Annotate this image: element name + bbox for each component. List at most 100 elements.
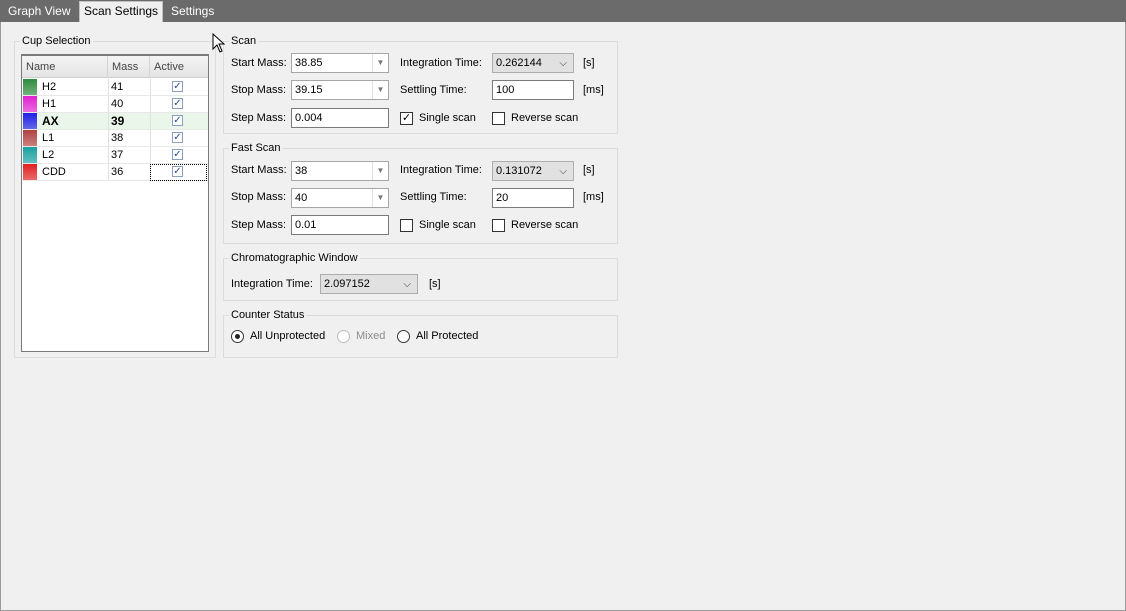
column-divider — [150, 96, 151, 112]
cup-name-cell: AX — [42, 114, 59, 128]
fast-start-mass-label: Start Mass: — [231, 164, 287, 176]
cup-color-swatch — [23, 113, 37, 129]
column-divider — [150, 147, 151, 163]
fast-integration-unit: [s] — [583, 164, 595, 176]
column-divider — [150, 79, 151, 95]
column-header-active[interactable]: Active — [150, 56, 208, 78]
column-header-mass[interactable]: Mass — [108, 56, 150, 78]
fast-reverse-scan-checkbox[interactable] — [492, 219, 505, 232]
scan-stop-mass-value: 39.15 — [295, 84, 323, 96]
cup-color-swatch — [23, 130, 37, 146]
scan-single-scan-label: Single scan — [419, 112, 476, 124]
table-row[interactable]: H2 41 ✓ — [22, 79, 208, 96]
cup-table-header: Name Mass Active — [22, 56, 208, 78]
radio-all-protected-label: All Protected — [416, 330, 479, 342]
cup-mass-cell: 40 — [111, 98, 124, 110]
scan-settling-time-field[interactable]: 100 — [492, 80, 574, 100]
scan-integration-time-label: Integration Time: — [400, 57, 482, 69]
scan-start-mass-value: 38.85 — [295, 57, 323, 69]
scan-stop-mass-label: Stop Mass: — [231, 84, 287, 96]
tab-graph-view[interactable]: Graph View — [4, 2, 74, 22]
scan-start-mass-combo[interactable]: 38.85 ▼ — [291, 53, 389, 73]
fast-settling-unit: [ms] — [583, 191, 604, 203]
mouse-pointer-icon — [212, 33, 226, 53]
chrom-integration-time-value: 2.097152 — [324, 278, 370, 290]
cup-color-swatch — [23, 79, 37, 95]
chevron-down-icon[interactable]: ▼ — [372, 54, 388, 72]
cup-color-swatch — [23, 96, 37, 112]
table-row[interactable]: AX 39 ✓ — [22, 113, 208, 130]
chevron-down-icon: ⌵ — [559, 58, 567, 69]
column-divider — [108, 113, 109, 129]
fast-settling-time-field[interactable]: 20 — [492, 188, 574, 208]
chevron-down-icon[interactable]: ▼ — [372, 189, 388, 207]
scan-integration-time-dropdown[interactable]: 0.262144 ⌵ — [492, 53, 574, 73]
fast-step-mass-value: 0.01 — [295, 219, 317, 231]
column-divider — [150, 130, 151, 146]
cup-active-checkbox[interactable]: ✓ — [172, 98, 183, 109]
cup-name-cell: L2 — [42, 149, 55, 161]
radio-mixed[interactable] — [337, 330, 350, 343]
radio-selected-dot — [235, 334, 240, 339]
scan-reverse-scan-checkbox[interactable] — [492, 112, 505, 125]
chromatographic-window-title: Chromatographic Window — [229, 252, 360, 265]
cup-active-checkbox[interactable]: ✓ — [172, 149, 183, 160]
fast-step-mass-field[interactable]: 0.01 — [291, 215, 389, 235]
tab-settings[interactable]: Settings — [167, 2, 218, 22]
column-divider — [108, 96, 109, 112]
table-row[interactable]: CDD 36 ✓ — [22, 164, 208, 181]
chevron-down-icon[interactable]: ▼ — [372, 162, 388, 180]
radio-all-unprotected[interactable] — [231, 330, 244, 343]
fast-stop-mass-value: 40 — [295, 192, 308, 204]
scan-single-scan-checkbox[interactable]: ✓ — [400, 112, 413, 125]
fast-integration-time-value: 0.131072 — [496, 165, 542, 177]
fast-settling-time-label: Settling Time: — [400, 191, 467, 203]
scan-integration-time-value: 0.262144 — [496, 57, 542, 69]
cup-mass-cell: 41 — [111, 81, 124, 93]
scan-start-mass-label: Start Mass: — [231, 57, 287, 69]
tab-scan-settings[interactable]: Scan Settings — [79, 1, 164, 22]
chrom-integration-time-dropdown[interactable]: 2.097152 ⌵ — [320, 274, 418, 294]
fast-reverse-scan-label: Reverse scan — [511, 219, 579, 231]
cup-color-swatch — [23, 147, 37, 163]
chrom-integration-unit: [s] — [429, 278, 441, 290]
table-row[interactable]: L1 38 ✓ — [22, 130, 208, 147]
scan-stop-mass-combo[interactable]: 39.15 ▼ — [291, 80, 389, 100]
fast-start-mass-combo[interactable]: 38 ▼ — [291, 161, 389, 181]
cup-mass-cell: 38 — [111, 132, 124, 144]
scan-settling-unit: [ms] — [583, 84, 604, 96]
scan-integration-unit: [s] — [583, 57, 595, 69]
cup-color-swatch — [23, 164, 37, 180]
scan-reverse-scan-label: Reverse scan — [511, 112, 579, 124]
fast-stop-mass-combo[interactable]: 40 ▼ — [291, 188, 389, 208]
radio-all-unprotected-label: All Unprotected — [250, 330, 326, 342]
chevron-down-icon[interactable]: ▼ — [372, 81, 388, 99]
column-divider — [150, 113, 151, 129]
column-divider — [108, 79, 109, 95]
cup-name-cell: H1 — [42, 98, 57, 110]
scan-title: Scan — [229, 35, 259, 48]
fast-integration-time-label: Integration Time: — [400, 164, 482, 176]
fast-integration-time-dropdown[interactable]: 0.131072 ⌵ — [492, 161, 574, 181]
cup-active-checkbox[interactable]: ✓ — [172, 115, 183, 126]
cup-name-cell: H2 — [42, 81, 57, 93]
column-header-name[interactable]: Name — [22, 56, 108, 78]
cup-table[interactable]: Name Mass Active H2 41 ✓ H1 40 ✓ AX 39 ✓ L1 38 ✓ L2 3… — [21, 54, 209, 352]
cup-name-cell: L1 — [42, 132, 55, 144]
cup-active-checkbox[interactable]: ✓ — [172, 132, 183, 143]
tab-bar: Graph View Scan Settings Settings — [0, 0, 1126, 22]
scan-settling-time-label: Settling Time: — [400, 84, 467, 96]
fast-step-mass-label: Step Mass: — [231, 219, 287, 231]
cup-active-checkbox[interactable]: ✓ — [172, 81, 183, 92]
column-divider — [108, 164, 109, 180]
radio-mixed-label: Mixed — [356, 330, 386, 342]
chrom-integration-time-label: Integration Time: — [231, 278, 313, 290]
scan-step-mass-label: Step Mass: — [231, 112, 287, 124]
radio-all-protected[interactable] — [397, 330, 410, 343]
table-row[interactable]: H1 40 ✓ — [22, 96, 208, 113]
fast-scan-title: Fast Scan — [229, 142, 283, 155]
table-row[interactable]: L2 37 ✓ — [22, 147, 208, 164]
fast-single-scan-checkbox[interactable] — [400, 219, 413, 232]
scan-step-mass-field[interactable]: 0.004 — [291, 108, 389, 128]
cup-selection-title: Cup Selection — [20, 35, 93, 48]
